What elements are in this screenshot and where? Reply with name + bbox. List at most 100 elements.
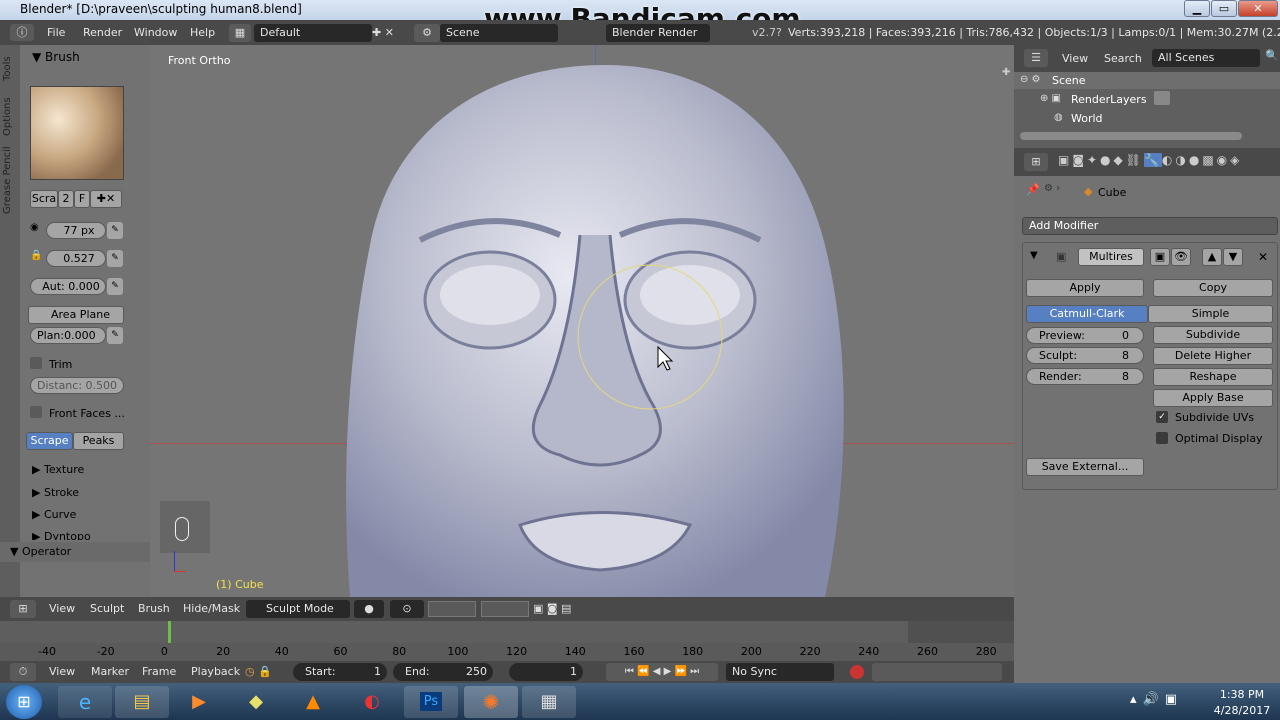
copy-button[interactable]: Copy [1153, 279, 1273, 297]
notes-taskbar-icon[interactable]: ◆ [229, 686, 283, 718]
mode-select[interactable]: Sculpt Mode [246, 600, 350, 618]
modifier-name-field[interactable]: Multires [1078, 248, 1144, 266]
radius-pressure-icon[interactable]: ✎ [107, 222, 123, 239]
distance-field[interactable]: Distanc: 0.500 [30, 377, 124, 394]
preview-levels-field[interactable]: Preview: 0 [1026, 327, 1144, 344]
outliner-view-menu[interactable]: View [1062, 45, 1088, 72]
modifier-move-down-icon[interactable]: ▼ [1223, 248, 1243, 266]
outliner-scene[interactable]: Scene [1052, 74, 1086, 87]
render-preview-icons[interactable]: ▣ ◙ ▤ [533, 600, 589, 618]
viewport-corner-icon[interactable]: ✚ [1002, 67, 1010, 78]
layout-add-remove-icon[interactable]: ✚ ✕ [372, 24, 404, 42]
clock-time[interactable]: 1:38 PM [1214, 688, 1270, 701]
plane-offset-icon[interactable]: ✎ [107, 327, 123, 344]
layer-buttons-b[interactable] [481, 601, 529, 617]
app-taskbar-icon[interactable]: ◐ [345, 686, 399, 718]
outliner[interactable]: ⊖ ⚙ Scene ⊕ ▣ RenderLayers ◍ World [1014, 72, 1280, 148]
add-modifier-select[interactable]: Add Modifier [1022, 217, 1278, 235]
layout-field[interactable]: Default [254, 24, 372, 42]
tab-options[interactable]: Options [2, 93, 18, 141]
brush-preview-image[interactable] [30, 86, 124, 180]
start-button[interactable]: ⊞ [6, 685, 42, 719]
reshape-button[interactable]: Reshape [1153, 368, 1273, 386]
tab-grease-pencil[interactable]: Grease Pencil [2, 145, 18, 215]
menu-view[interactable]: View [49, 597, 75, 621]
texture-panel-header[interactable]: ▶ Texture [32, 463, 84, 476]
strength-lock-icon[interactable]: 🔒 [30, 250, 44, 267]
vlc-taskbar-icon[interactable]: ▲ [286, 686, 340, 718]
curve-panel-header[interactable]: ▶ Curve [32, 508, 76, 521]
keying-set-field[interactable] [872, 663, 1002, 681]
media-player-taskbar-icon[interactable]: ▶ [172, 686, 226, 718]
menu-hide-mask[interactable]: Hide/Mask [183, 597, 240, 621]
radius-field[interactable]: 77 px [46, 222, 106, 239]
explorer-taskbar-icon[interactable]: ▤ [115, 686, 169, 718]
playback-controls[interactable]: ⏮ ⏪ ◀ ▶ ⏩ ⏭ [606, 663, 718, 681]
sculpt-face-mesh[interactable] [150, 45, 1014, 597]
outliner-editor-icon[interactable]: ☰ [1024, 49, 1048, 67]
apply-base-button[interactable]: Apply Base [1153, 389, 1273, 407]
tl-menu-playback[interactable]: Playback [191, 661, 240, 683]
tl-menu-marker[interactable]: Marker [91, 661, 129, 683]
brush-users-field[interactable]: 2 [58, 190, 74, 208]
front-faces-checkbox[interactable] [30, 406, 42, 418]
menu-render[interactable]: Render [83, 20, 122, 45]
outliner-renderlayers[interactable]: RenderLayers [1071, 93, 1147, 106]
scene-field[interactable]: Scene [440, 24, 558, 42]
sculpt-plane-select[interactable]: Area Plane [28, 306, 124, 324]
current-frame-field[interactable]: 1 [509, 663, 583, 681]
clock-date[interactable]: 4/28/2017 [1210, 704, 1274, 717]
modifier-view-toggle-icon[interactable]: 👁 [1171, 248, 1191, 266]
modifier-collapse-icon[interactable]: ▼ [1030, 250, 1038, 261]
sculpt-levels-field[interactable]: Sculpt: 8 [1026, 347, 1144, 364]
modifier-render-toggle-icon[interactable]: ▣ [1150, 248, 1170, 266]
menu-brush[interactable]: Brush [138, 597, 170, 621]
trim-checkbox[interactable] [30, 357, 42, 369]
start-frame-field[interactable]: Start: 1 [293, 663, 387, 681]
timeline[interactable]: -40 -20 0 20 40 60 80 100 120 140 160 180 200 220 240 2… [0, 621, 1014, 661]
modifier-delete-icon[interactable]: ✕ [1258, 250, 1268, 264]
outliner-search-menu[interactable]: Search [1104, 45, 1142, 72]
delete-higher-button[interactable]: Delete Higher [1153, 347, 1273, 365]
end-frame-field[interactable]: End: 250 [393, 663, 493, 681]
subdivide-uvs-checkbox[interactable]: ✓ [1156, 411, 1168, 423]
3d-viewport[interactable]: Front Ortho (1) Cube ✚ [150, 45, 1014, 597]
subdivide-button[interactable]: Subdivide [1153, 326, 1273, 344]
plane-offset-field[interactable]: Plan:0.000 [30, 327, 106, 344]
render-levels-field[interactable]: Render: 8 [1026, 368, 1144, 385]
current-frame-marker[interactable] [168, 621, 171, 643]
close-window-button[interactable]: ✕ [1238, 0, 1278, 17]
minimize-button[interactable]: ▁ [1184, 0, 1210, 17]
brush-panel-header[interactable]: ▼ Brush [32, 50, 80, 64]
brush-fake-user-button[interactable]: F [74, 190, 90, 208]
layer-buttons-a[interactable] [428, 601, 476, 617]
outliner-search-icon[interactable]: 🔍 [1265, 49, 1279, 67]
autosmooth-field[interactable]: Aut: 0.000 [30, 278, 106, 295]
scene-expand-icon[interactable]: ⊖ ⚙ [1020, 74, 1041, 85]
blender-taskbar-icon[interactable]: ✺ [464, 686, 518, 718]
stroke-panel-header[interactable]: ▶ Stroke [32, 486, 79, 499]
menu-sculpt[interactable]: Sculpt [90, 597, 124, 621]
tl-menu-view[interactable]: View [49, 661, 75, 683]
optimal-display-checkbox[interactable] [1156, 432, 1168, 444]
properties-tabs[interactable]: ▣◙✦●◆⛓🔧◐◑●▩◉◈ [1058, 153, 1280, 171]
tab-tools[interactable]: Tools [2, 49, 18, 89]
modifier-move-up-icon[interactable]: ▲ [1202, 248, 1222, 266]
menu-help[interactable]: Help [190, 20, 215, 45]
brush-name-field[interactable]: Scra [30, 190, 58, 208]
layout-icon[interactable]: ▦ [229, 24, 251, 42]
tl-menu-frame[interactable]: Frame [142, 661, 176, 683]
strength-pressure-icon[interactable]: ✎ [107, 250, 123, 267]
ie-taskbar-icon[interactable]: e [58, 686, 112, 718]
autosmooth-pressure-icon[interactable]: ✎ [107, 278, 123, 295]
recorder-taskbar-icon[interactable]: ▦ [522, 686, 576, 718]
sync-select[interactable]: No Sync [726, 663, 834, 681]
photoshop-taskbar-icon[interactable]: Ps [404, 686, 458, 718]
brush-add-remove-button[interactable]: ✚✕ [90, 190, 122, 208]
shading-icon[interactable]: ● [354, 600, 384, 618]
record-icon[interactable] [850, 665, 864, 679]
editor-type-icon[interactable]: ⓘ [10, 24, 34, 41]
menu-window[interactable]: Window [134, 20, 177, 45]
strength-field[interactable]: 0.527 [46, 250, 106, 267]
3d-editor-icon[interactable]: ⊞ [10, 600, 36, 618]
